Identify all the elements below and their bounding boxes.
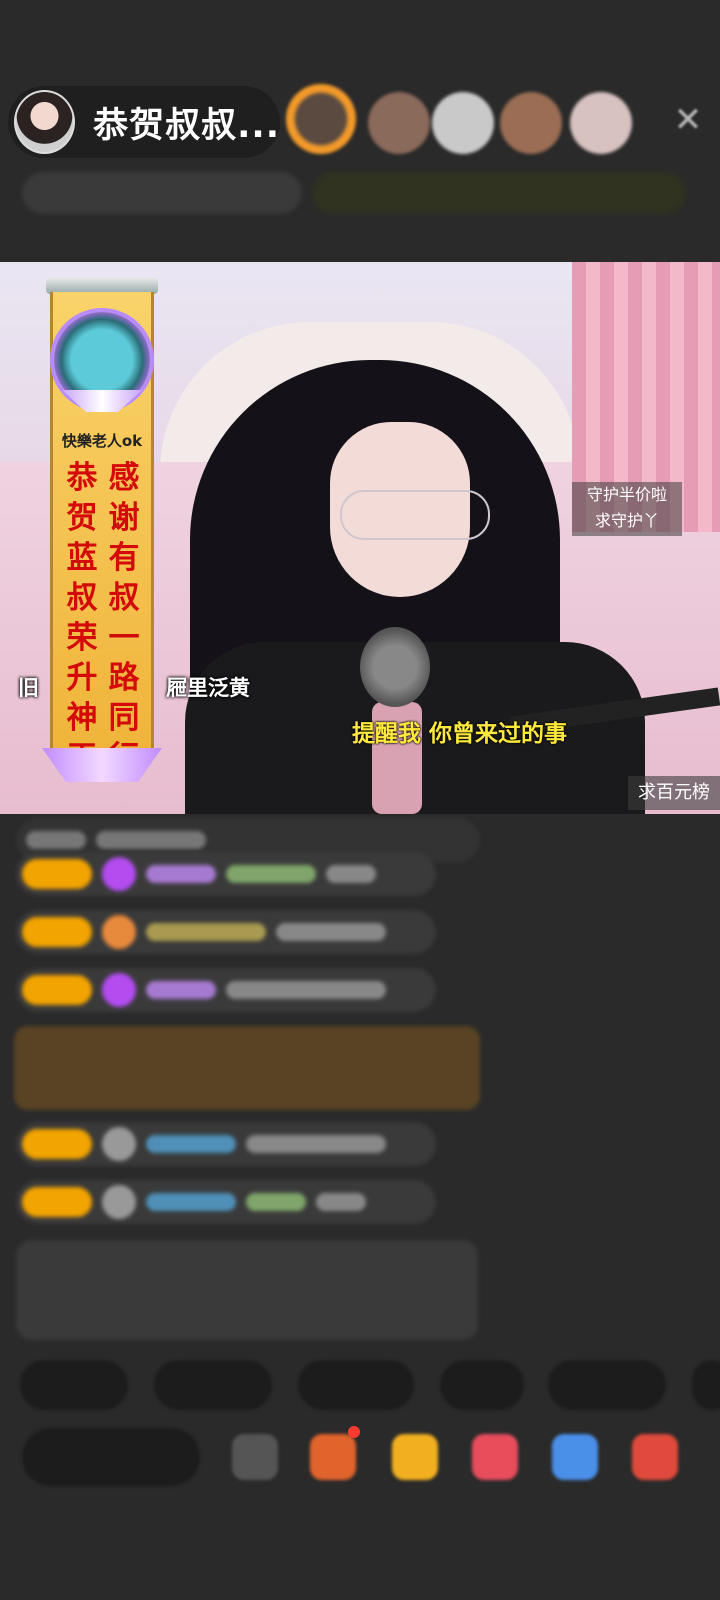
fan-icon — [102, 915, 136, 949]
host-name: 恭贺叔叔... — [93, 105, 280, 146]
level-badge — [22, 917, 92, 947]
quick-reply-chip[interactable] — [154, 1360, 272, 1410]
banner-bottom-ornament — [42, 748, 162, 782]
level-badge — [22, 975, 92, 1005]
rank-request[interactable]: 求百元榜 — [628, 776, 720, 810]
viewer-avatar[interactable] — [432, 92, 494, 154]
viewer-avatar[interactable] — [500, 92, 562, 154]
stats-strip[interactable] — [22, 172, 302, 214]
level-badge — [22, 859, 92, 889]
viewer-avatar[interactable] — [368, 92, 430, 154]
level-badge — [22, 1129, 92, 1159]
level-badge — [22, 1187, 92, 1217]
gem-icon — [102, 973, 136, 1007]
banner-text-right: 感谢有叔一路同行 — [108, 460, 140, 776]
quick-reply-chip[interactable] — [692, 1360, 720, 1410]
chat-input[interactable] — [22, 1428, 200, 1486]
guard-promo-line2: 求守护丫 — [594, 511, 659, 530]
red-envelope-icon[interactable] — [392, 1434, 438, 1480]
lyric-overlay-right: 屜里泛黄 — [166, 676, 250, 700]
viewer-avatar[interactable] — [570, 92, 632, 154]
close-icon[interactable]: ✕ — [668, 100, 708, 140]
honor-banner[interactable]: 快樂老人ok 感谢有叔一路同行 恭贺蓝叔荣升神王 — [40, 278, 164, 782]
host-avatar[interactable] — [14, 90, 76, 154]
lyric-overlay-left: 旧 — [18, 676, 39, 700]
quick-reply-chip[interactable] — [440, 1360, 524, 1410]
game-icon[interactable] — [552, 1434, 598, 1480]
notification-dot — [348, 1426, 360, 1438]
guard-promo-line1: 守护半价啦 — [586, 485, 667, 504]
activity-strip[interactable] — [312, 172, 686, 214]
chat-message[interactable] — [16, 1122, 436, 1166]
system-notice — [16, 1240, 478, 1340]
chat-message[interactable] — [16, 1180, 436, 1224]
chat-message[interactable] — [16, 852, 436, 896]
song-subtitle: 提醒我 你曾来过的事 — [352, 721, 568, 747]
microphone — [360, 627, 430, 707]
gift-message[interactable] — [14, 1026, 480, 1110]
banner-username: 快樂老人ok — [61, 432, 143, 450]
streamer-glasses — [340, 490, 490, 540]
live-video[interactable]: 快樂老人ok 感谢有叔一路同行 恭贺蓝叔荣升神王 旧 屜里泛黄 守护半价啦 求守… — [0, 262, 720, 814]
quick-reply-chip[interactable] — [298, 1360, 414, 1410]
viewer-avatar[interactable] — [286, 84, 356, 154]
host-profile-pill[interactable]: 恭贺叔叔... — [8, 86, 280, 158]
quick-reply-chip[interactable] — [20, 1360, 128, 1410]
chat-message[interactable] — [16, 910, 436, 954]
gem-icon — [102, 857, 136, 891]
gift-box-icon[interactable] — [310, 1434, 356, 1480]
guard-promo[interactable]: 守护半价啦 求守护丫 — [572, 482, 682, 536]
heart-gift-icon[interactable] — [472, 1434, 518, 1480]
more-gifts-icon[interactable] — [632, 1434, 678, 1480]
chat-message[interactable] — [16, 968, 436, 1012]
fan-icon — [102, 1185, 136, 1219]
banner-text-left: 恭贺蓝叔荣升神王 — [66, 460, 98, 776]
quick-reply-chip[interactable] — [548, 1360, 666, 1410]
fan-icon — [102, 1127, 136, 1161]
emoji-icon[interactable] — [232, 1434, 278, 1480]
